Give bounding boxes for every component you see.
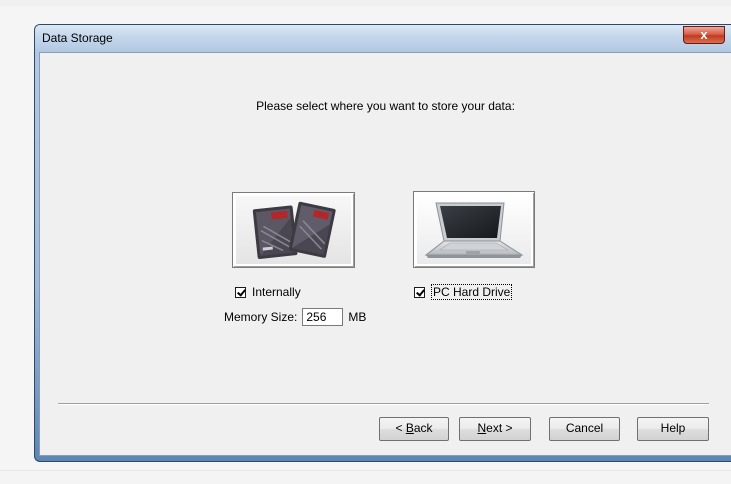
back-button[interactable]: < Back	[379, 417, 449, 441]
window-title: Data Storage	[42, 31, 113, 45]
next-button-rest: ext	[486, 421, 503, 435]
next-button-mnemonic: N	[477, 421, 487, 435]
page-top-strip	[0, 0, 731, 6]
back-button-rest: ack	[413, 421, 433, 435]
memory-size-row: Memory Size: 256 MB	[224, 308, 366, 326]
memory-unit-label: MB	[348, 310, 367, 324]
close-button[interactable]: x	[683, 26, 725, 44]
pc-hard-drive-checkbox[interactable]	[414, 286, 425, 298]
next-button[interactable]: Next >	[459, 417, 531, 441]
next-button-suffix: >	[502, 421, 513, 435]
separator-line	[58, 403, 709, 405]
help-button[interactable]: Help	[637, 417, 709, 441]
dialog-client-area: Please select where you want to store yo…	[39, 52, 731, 456]
laptop-icon	[417, 195, 531, 264]
cancel-button[interactable]: Cancel	[549, 417, 620, 441]
memory-size-input[interactable]: 256	[302, 308, 344, 326]
internally-label: Internally	[252, 285, 301, 299]
internally-checkbox-row[interactable]: Internally	[235, 285, 301, 299]
back-button-mnemonic: B	[405, 421, 414, 435]
title-bar[interactable]: Data Storage x	[35, 25, 731, 49]
data-storage-window: Data Storage x Please select where you w…	[34, 24, 731, 462]
pc-hard-drive-image-button[interactable]	[413, 191, 535, 268]
sd-card-icon	[236, 196, 351, 264]
pc-hard-drive-label: PC Hard Drive	[431, 284, 513, 300]
memory-size-label: Memory Size:	[224, 310, 298, 324]
back-button-prefix: <	[395, 421, 406, 435]
pc-hard-drive-checkbox-row[interactable]: PC Hard Drive	[414, 284, 513, 300]
close-icon: x	[700, 27, 708, 42]
page-bottom-strip	[0, 470, 731, 484]
internally-checkbox[interactable]	[235, 286, 246, 298]
prompt-text: Please select where you want to store yo…	[256, 99, 515, 113]
internal-storage-image-button[interactable]	[232, 192, 355, 268]
